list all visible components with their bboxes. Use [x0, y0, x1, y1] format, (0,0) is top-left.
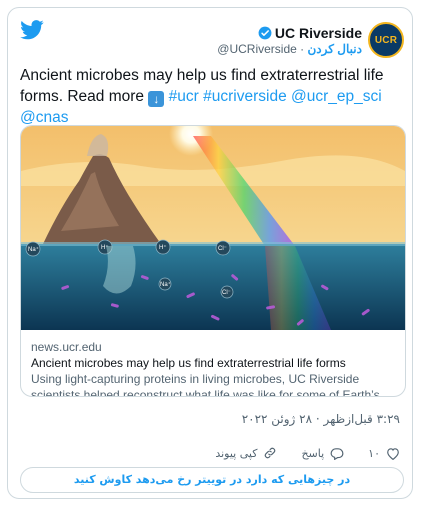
link-domain: news.ucr.edu — [31, 340, 102, 354]
reply-label: پاسخ — [301, 446, 325, 460]
copy-link-label: کپی پیوند — [215, 446, 258, 460]
author-subline: @UCRiverside · دنبال کردن — [217, 42, 362, 56]
like-button[interactable]: ۱۰ — [368, 447, 400, 460]
link-card-meta: news.ucr.edu Ancient microbes may help u… — [21, 330, 405, 397]
mention-ucr-ep-sci[interactable]: @ucr_ep_sci — [291, 88, 382, 105]
author-name[interactable]: UC Riverside — [275, 25, 362, 41]
verified-badge-icon — [258, 26, 272, 39]
link-description: Using light-capturing proteins in living… — [31, 372, 380, 397]
hashtag-ucriverside[interactable]: #ucriverside — [203, 88, 287, 105]
ion-label-h-2: H⁺ — [159, 244, 167, 251]
tweet-text: Ancient microbes may help us find extrat… — [20, 65, 400, 128]
link-icon — [265, 447, 276, 459]
action-bar: ۱۰ پاسخ کپی پیوند — [191, 446, 400, 460]
tweet-embed-card: UC Riverside @UCRiverside · دنبال کردن U… — [7, 7, 413, 499]
avatar-text: UCR — [374, 34, 398, 46]
ion-label-cl: Cl⁻ — [218, 246, 227, 252]
like-count: ۱۰ — [368, 446, 380, 460]
ion-label-na: Na⁺ — [28, 246, 39, 253]
explore-twitter-button[interactable]: در چیزهایی که دارد در توییتر رخ می‌دهد ک… — [20, 467, 404, 493]
ion-label-na-2: Na⁺ — [160, 281, 171, 288]
link-title[interactable]: Ancient microbes may help us find extrat… — [31, 355, 395, 371]
hashtag-ucr[interactable]: #ucr — [169, 88, 199, 105]
twitter-bird-icon[interactable] — [20, 20, 44, 40]
article-image[interactable]: Na⁺ H⁺ H⁺ Cl⁻ Cl⁻ Na⁺ — [21, 126, 405, 330]
down-arrow-emoji-icon: ↓ — [148, 91, 165, 107]
avatar[interactable]: UCR — [368, 22, 404, 58]
mention-cnas[interactable]: @cnas — [20, 109, 68, 126]
follow-button[interactable]: دنبال کردن — [307, 42, 362, 56]
author-text: UC Riverside @UCRiverside · دنبال کردن — [217, 25, 362, 56]
heart-icon — [387, 447, 399, 460]
author-name-line[interactable]: UC Riverside — [258, 25, 362, 41]
link-card[interactable]: Na⁺ H⁺ H⁺ Cl⁻ Cl⁻ Na⁺ news.ucr.edu Ancie… — [20, 125, 406, 397]
reply-button[interactable]: پاسخ — [301, 447, 344, 460]
reply-bubble-icon — [330, 447, 344, 460]
ion-label-cl-2: Cl⁻ — [222, 290, 231, 296]
author-block[interactable]: UC Riverside @UCRiverside · دنبال کردن U… — [217, 18, 404, 62]
copy-link-button[interactable]: کپی پیوند — [215, 446, 277, 460]
tweet-timestamp[interactable]: ۳:۲۹ قبل‌ازظهر · ۲۸ ژوئن ۲۰۲۲ — [242, 412, 400, 426]
author-handle[interactable]: @UCRiverside — [217, 42, 297, 56]
